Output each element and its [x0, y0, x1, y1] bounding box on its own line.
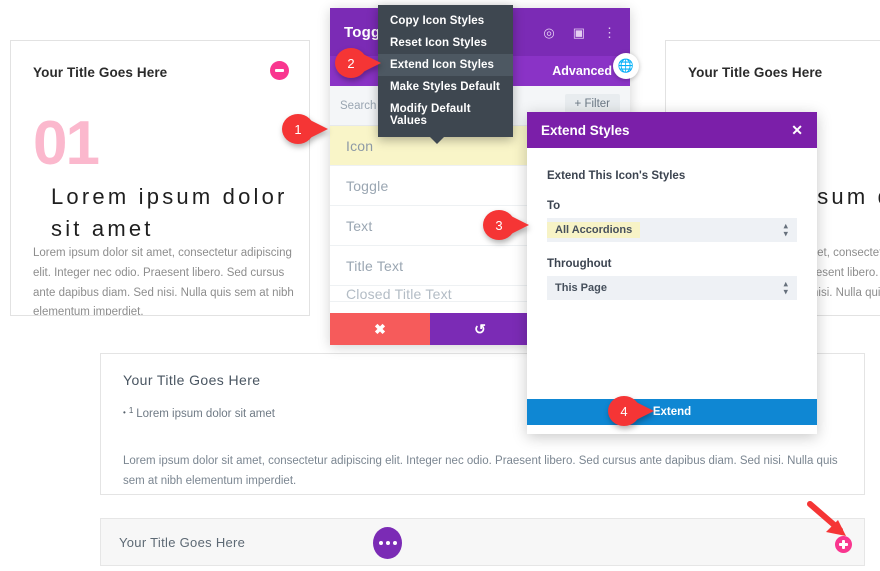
accordion-header-right[interactable]: Your Title Goes Here — [666, 41, 880, 80]
layout-columns-icon[interactable]: ▣ — [573, 26, 585, 39]
extend-dialog-title: Extend Styles — [541, 122, 630, 138]
accordion-header-left[interactable]: Your Title Goes Here — [11, 41, 309, 80]
section-card-bullet-text: Lorem ipsum dolor sit amet — [136, 408, 275, 420]
page-canvas: Your Title Goes Here 01 Lorem ipsum dolo… — [0, 0, 880, 571]
menu-item-copy-icon-styles[interactable]: Copy Icon Styles — [378, 10, 513, 32]
to-select[interactable]: All Accordions ▴ ▾ — [547, 218, 797, 242]
extend-button[interactable]: Extend — [527, 399, 817, 425]
bottom-bar-title: Your Title Goes Here — [119, 534, 246, 550]
throughout-select[interactable]: This Page ▴ ▾ — [547, 276, 797, 300]
extend-dialog-header: Extend Styles ✕ — [527, 112, 817, 148]
dot-icon — [385, 541, 390, 545]
accordion-title-left: Your Title Goes Here — [33, 65, 168, 80]
menu-item-reset-icon-styles[interactable]: Reset Icon Styles — [378, 32, 513, 54]
close-icon[interactable]: ✕ — [791, 123, 803, 137]
tab-advanced[interactable]: Advanced — [552, 64, 612, 78]
menu-item-extend-icon-styles[interactable]: Extend Icon Styles — [378, 54, 513, 76]
bullet-superscript: 1 — [128, 406, 134, 415]
bottom-accordion-bar[interactable]: Your Title Goes Here — [100, 518, 865, 566]
cancel-button[interactable]: ✖ — [330, 313, 430, 345]
accordion-headline-left: Lorem ipsum dolor sit amet — [51, 184, 288, 241]
throughout-field-label: Throughout — [547, 258, 612, 270]
accordion-card-left[interactable]: Your Title Goes Here 01 Lorem ipsum dolo… — [10, 40, 310, 316]
step-marker-2: 2 — [335, 48, 381, 78]
filter-button-label: Filter — [584, 98, 610, 110]
filter-button[interactable]: + Filter — [564, 94, 620, 114]
more-options-button[interactable] — [373, 527, 402, 559]
dot-icon — [378, 541, 383, 545]
extend-styles-dialog[interactable]: Extend Styles ✕ Extend This Icon's Style… — [527, 112, 817, 434]
chevron-updown-icon[interactable]: ▴ ▾ — [783, 221, 788, 237]
undo-button[interactable]: ↺ — [430, 313, 530, 345]
accordion-number-left: 01 — [33, 109, 100, 178]
globe-icon[interactable]: 🌐 — [613, 53, 639, 79]
bullet-dot-icon: • — [123, 408, 126, 417]
menu-pointer-arrow — [430, 137, 444, 144]
accordion-title-right: Your Title Goes Here — [688, 65, 823, 80]
throughout-select-value: This Page — [555, 282, 607, 294]
section-card-paragraph: Lorem ipsum dolor sit amet, consectetur … — [123, 455, 838, 488]
step-marker-3: 3 — [483, 210, 529, 240]
menu-item-modify-default-values[interactable]: Modify Default Values — [378, 98, 513, 132]
more-vertical-icon[interactable]: ⋮ — [603, 26, 616, 39]
menu-item-make-styles-default[interactable]: Make Styles Default — [378, 76, 513, 98]
plus-icon: + — [574, 98, 582, 110]
target-icon[interactable]: ◎ — [543, 26, 554, 39]
accordion-body-left: Lorem ipsum dolor sit amet, consectetur … — [33, 247, 294, 316]
step-marker-1: 1 — [282, 114, 328, 144]
minus-icon[interactable] — [270, 61, 289, 80]
to-field-label: To — [547, 200, 561, 212]
to-select-value: All Accordions — [547, 222, 641, 238]
chevron-updown-icon[interactable]: ▴ ▾ — [783, 279, 788, 295]
red-arrow-annotation — [807, 501, 846, 536]
icon-context-menu[interactable]: Copy Icon Styles Reset Icon Styles Exten… — [378, 5, 513, 144]
extend-dialog-legend: Extend This Icon's Styles — [547, 170, 686, 182]
dot-icon — [392, 541, 397, 545]
step-marker-4: 4 — [608, 396, 654, 426]
